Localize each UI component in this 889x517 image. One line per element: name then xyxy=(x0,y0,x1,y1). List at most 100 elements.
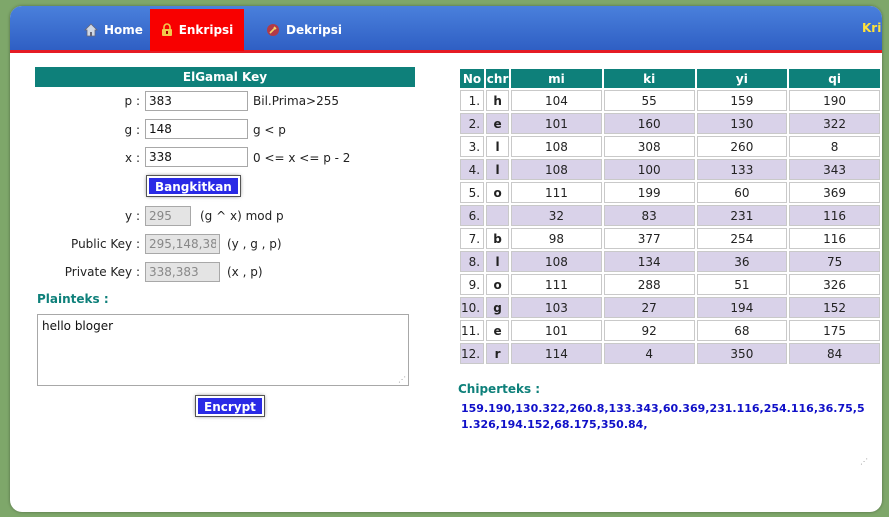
cell-yi: 254 xyxy=(696,228,788,249)
app-window: Home Enkripsi Dekripsi Kriptografi ElGam… xyxy=(10,6,882,512)
cell-qi: 75 xyxy=(789,251,880,272)
header-no: No xyxy=(460,69,485,88)
cell-yi: 68 xyxy=(696,320,788,341)
p-input[interactable] xyxy=(145,91,248,111)
nav-home-label: Home xyxy=(104,23,143,37)
cell-yi: 194 xyxy=(696,297,788,318)
nav-enkripsi[interactable]: Enkripsi xyxy=(150,9,244,51)
table-row: 3. l 108 308 260 8 xyxy=(460,136,880,157)
cell-yi: 36 xyxy=(696,251,788,272)
cell-no: 6. xyxy=(460,205,485,226)
elgamal-key-title: ElGamal Key xyxy=(35,67,415,87)
x-hint: 0 <= x <= p - 2 xyxy=(253,151,351,165)
cell-mi: 104 xyxy=(511,90,602,111)
cell-no: 10. xyxy=(460,297,485,318)
header-yi: yi xyxy=(696,69,788,88)
cell-chr: l xyxy=(486,136,510,157)
cell-mi: 114 xyxy=(511,343,602,364)
cell-mi: 103 xyxy=(511,297,602,318)
cell-qi: 326 xyxy=(789,274,880,295)
resize-grip-icon-right[interactable]: ⋰ xyxy=(860,457,868,466)
cell-chr: o xyxy=(486,182,510,203)
g-input[interactable] xyxy=(145,119,248,139)
cell-no: 2. xyxy=(460,113,485,134)
cell-no: 4. xyxy=(460,159,485,180)
table-row: 4. l 108 100 133 343 xyxy=(460,159,880,180)
cell-yi: 260 xyxy=(696,136,788,157)
cell-mi: 101 xyxy=(511,320,602,341)
cell-no: 11. xyxy=(460,320,485,341)
cell-yi: 130 xyxy=(696,113,788,134)
cell-no: 8. xyxy=(460,251,485,272)
table-row: 2. e 101 160 130 322 xyxy=(460,113,880,134)
table-row: 9. o 111 288 51 326 xyxy=(460,274,880,295)
cell-yi: 231 xyxy=(696,205,788,226)
cell-no: 9. xyxy=(460,274,485,295)
public-key-hint: (y , g , p) xyxy=(227,237,282,251)
generate-key-button[interactable]: Bangkitkan xyxy=(146,175,241,197)
cell-ki: 27 xyxy=(603,297,695,318)
cell-no: 3. xyxy=(460,136,485,157)
g-label: g : xyxy=(124,123,140,137)
nav-home[interactable]: Home xyxy=(78,9,149,51)
key-icon xyxy=(266,23,280,37)
header-ki: ki xyxy=(603,69,695,88)
header-qi: qi xyxy=(789,69,880,88)
cell-ki: 55 xyxy=(603,90,695,111)
table-row: 12. r 114 4 350 84 xyxy=(460,343,880,364)
cell-ki: 92 xyxy=(603,320,695,341)
cell-qi: 343 xyxy=(789,159,880,180)
encryption-table: No chr mi ki yi qi 1. h 104 55 159 190 2. e 101 1… xyxy=(458,67,882,366)
y-hint: (g ^ x) mod p xyxy=(200,209,284,223)
table-row: 11. e 101 92 68 175 xyxy=(460,320,880,341)
cell-qi: 175 xyxy=(789,320,880,341)
cell-ki: 288 xyxy=(603,274,695,295)
cell-no: 5. xyxy=(460,182,485,203)
private-key-hint: (x , p) xyxy=(227,265,263,279)
cell-mi: 32 xyxy=(511,205,602,226)
plaintext-input[interactable]: hello bloger xyxy=(37,314,409,386)
cell-chr: b xyxy=(486,228,510,249)
cell-qi: 116 xyxy=(789,228,880,249)
encrypt-button[interactable]: Encrypt xyxy=(195,395,265,417)
cell-yi: 159 xyxy=(696,90,788,111)
cell-ki: 377 xyxy=(603,228,695,249)
cell-yi: 133 xyxy=(696,159,788,180)
house-icon xyxy=(84,23,98,37)
cell-ki: 83 xyxy=(603,205,695,226)
table-row: 10. g 103 27 194 152 xyxy=(460,297,880,318)
cell-qi: 84 xyxy=(789,343,880,364)
table-row: 8. l 108 134 36 75 xyxy=(460,251,880,272)
table-row: 1. h 104 55 159 190 xyxy=(460,90,880,111)
plaintext-label: Plainteks : xyxy=(37,292,109,306)
cell-chr: e xyxy=(486,320,510,341)
ciphertext-output: 159.190,130.322,260.8,133.343,60.369,231… xyxy=(461,402,865,431)
cell-qi: 369 xyxy=(789,182,880,203)
resize-grip-icon[interactable]: ⋰ xyxy=(398,375,406,384)
brand-text: Kriptografi xyxy=(862,21,882,35)
lock-icon xyxy=(161,23,173,37)
nav-dekripsi[interactable]: Dekripsi xyxy=(262,9,346,51)
cell-yi: 60 xyxy=(696,182,788,203)
p-label: p : xyxy=(124,94,140,108)
cell-mi: 111 xyxy=(511,182,602,203)
p-hint: Bil.Prima>255 xyxy=(253,94,340,108)
cell-chr: o xyxy=(486,274,510,295)
nav-dekripsi-label: Dekripsi xyxy=(286,23,342,37)
cell-mi: 101 xyxy=(511,113,602,134)
private-key-output xyxy=(145,262,220,282)
cell-no: 1. xyxy=(460,90,485,111)
public-key-output xyxy=(145,234,220,254)
x-label: x : xyxy=(125,151,140,165)
public-key-label: Public Key : xyxy=(71,237,140,251)
cell-chr: e xyxy=(486,113,510,134)
cell-qi: 152 xyxy=(789,297,880,318)
table-row: 5. o 111 199 60 369 xyxy=(460,182,880,203)
cell-mi: 98 xyxy=(511,228,602,249)
cell-mi: 111 xyxy=(511,274,602,295)
cell-ki: 4 xyxy=(603,343,695,364)
cell-ki: 160 xyxy=(603,113,695,134)
x-input[interactable] xyxy=(145,147,248,167)
table-row: 7. b 98 377 254 116 xyxy=(460,228,880,249)
cell-ki: 308 xyxy=(603,136,695,157)
